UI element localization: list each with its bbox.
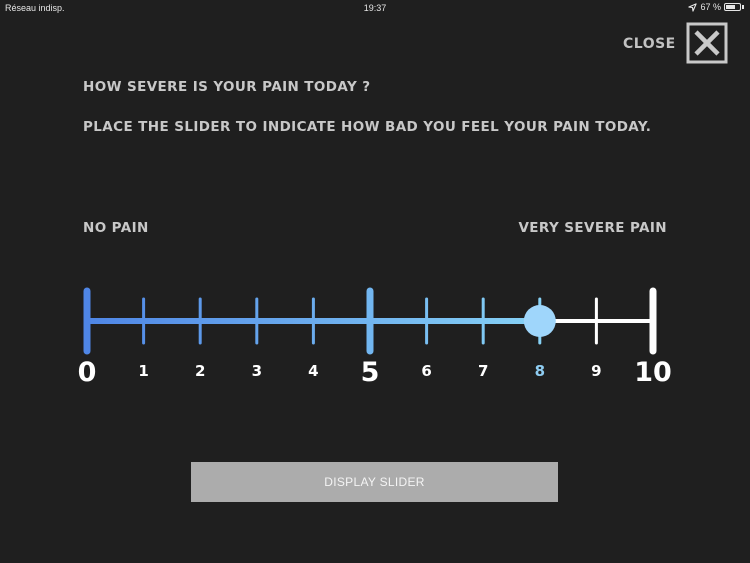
close-x-box-icon[interactable] [686, 22, 728, 64]
question-title: HOW SEVERE IS YOUR PAIN TODAY ? [83, 79, 371, 95]
display-slider-button[interactable]: DISPLAY SLIDER [191, 462, 558, 502]
scale-tick-label: 6 [421, 362, 431, 380]
scale-min-label: NO PAIN [83, 220, 149, 236]
scale-tick-label: 9 [591, 362, 601, 380]
scale-tick-label: 8 [535, 362, 545, 380]
scale-tick-label: 5 [361, 357, 380, 388]
close-label[interactable]: CLOSE [623, 36, 676, 52]
status-right-group: 67 % [688, 2, 744, 12]
status-bar: Réseau indisp. 19:37 67 % [0, 0, 750, 16]
scale-tick-label: 0 [78, 357, 97, 388]
battery-tip [742, 5, 744, 9]
scale-tick-label: 1 [138, 362, 148, 380]
scale-tick-label: 4 [308, 362, 318, 380]
scale-tick-label: 2 [195, 362, 205, 380]
pain-scale-slider[interactable]: 0 1 2 3 4 5 6 7 8 9 10 [0, 280, 750, 390]
battery-icon [724, 3, 741, 11]
battery-fill [726, 5, 735, 9]
scale-tick-label: 3 [252, 362, 262, 380]
scale-tick-label: 10 [634, 357, 672, 388]
battery-percent: 67 % [700, 2, 721, 12]
status-time: 19:37 [363, 3, 387, 13]
location-arrow-icon [688, 2, 698, 12]
scale-max-label: VERY SEVERE PAIN [518, 220, 667, 236]
question-instruction: PLACE THE SLIDER TO INDICATE HOW BAD YOU… [83, 119, 652, 135]
slider-thumb[interactable] [523, 305, 556, 337]
scale-tick-label: 7 [478, 362, 488, 380]
